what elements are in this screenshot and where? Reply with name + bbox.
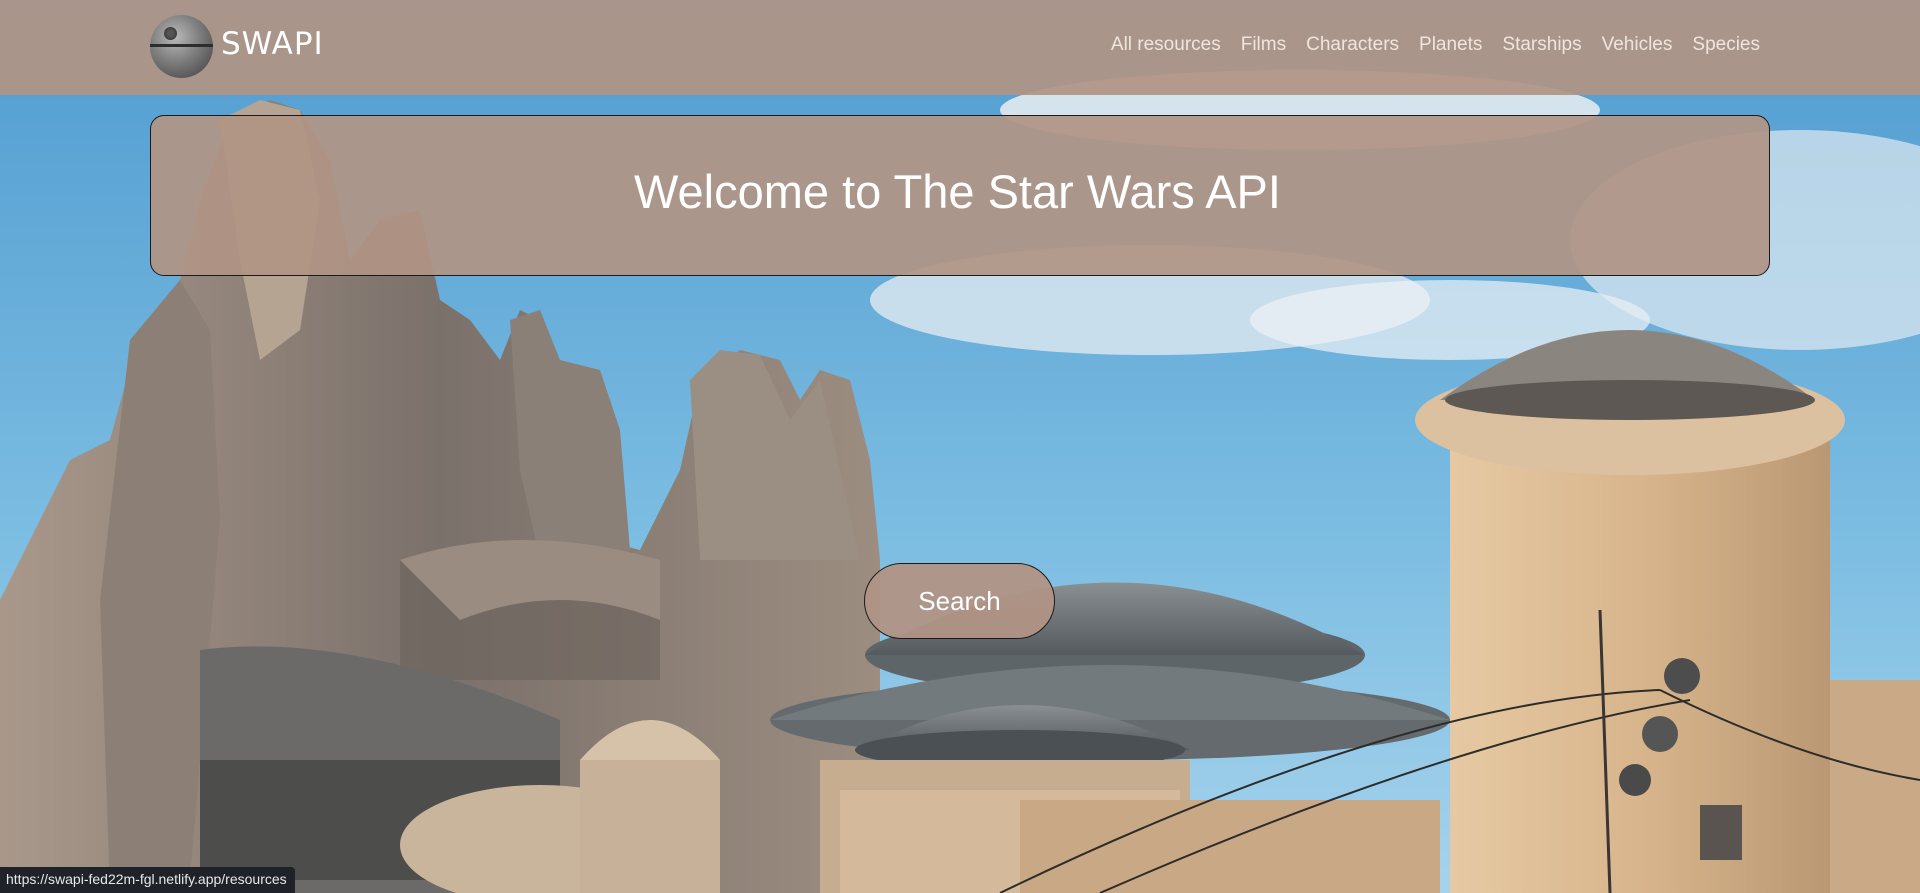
death-star-icon <box>150 15 213 78</box>
brand-name: SWAPI <box>221 25 324 62</box>
search-button[interactable]: Search <box>864 563 1055 639</box>
nav-link-vehicles[interactable]: Vehicles <box>1602 34 1673 56</box>
brand-link[interactable]: SWAPI <box>150 15 324 78</box>
nav-link-all-resources[interactable]: All resources <box>1111 34 1221 56</box>
navbar: SWAPI All resources Films Characters Pla… <box>0 0 1920 95</box>
status-bar-url: https://swapi-fed22m-fgl.netlify.app/res… <box>0 867 295 893</box>
nav-link-species[interactable]: Species <box>1692 34 1760 56</box>
nav-link-starships[interactable]: Starships <box>1502 34 1581 56</box>
nav-links: All resources Films Characters Planets S… <box>1091 34 1760 56</box>
welcome-banner: Welcome to The Star Wars API <box>150 115 1770 276</box>
nav-link-characters[interactable]: Characters <box>1306 34 1399 56</box>
nav-link-films[interactable]: Films <box>1241 34 1286 56</box>
nav-link-planets[interactable]: Planets <box>1419 34 1482 56</box>
page-title: Welcome to The Star Wars API <box>634 165 1281 218</box>
